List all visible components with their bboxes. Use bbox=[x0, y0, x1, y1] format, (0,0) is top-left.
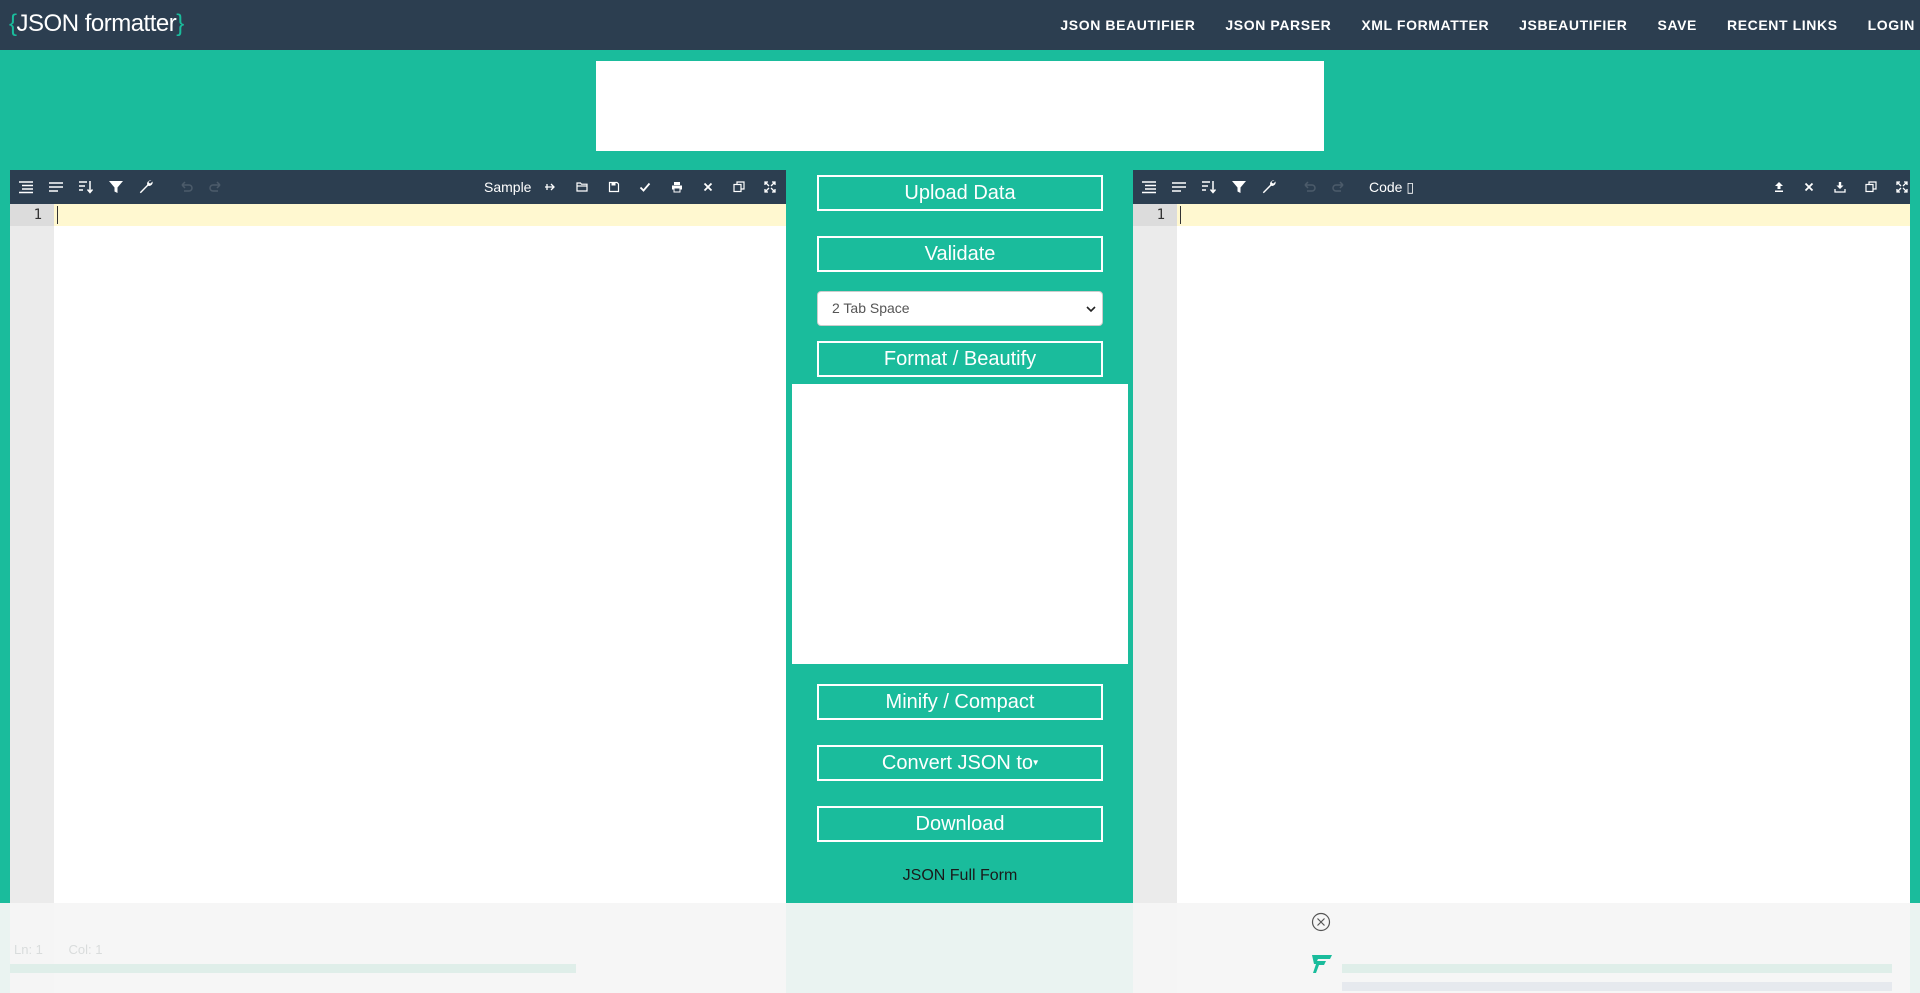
load-url-icon[interactable] bbox=[540, 177, 560, 197]
nav-login[interactable]: LOGIN bbox=[1868, 17, 1915, 33]
minify-label: Minify / Compact bbox=[885, 691, 1035, 713]
text-cursor bbox=[1180, 206, 1181, 224]
indent-select-value: 2 Tab Space bbox=[832, 300, 910, 316]
undo-icon[interactable] bbox=[1299, 177, 1319, 197]
convert-label: Convert JSON to bbox=[881, 752, 1034, 774]
nav-jsbeautifier[interactable]: JSBEAUTIFIER bbox=[1519, 17, 1627, 33]
logo-text: JSON formatter bbox=[16, 10, 177, 37]
clear-icon[interactable] bbox=[698, 177, 718, 197]
ad-box bbox=[792, 384, 1128, 664]
fullscreen-icon[interactable] bbox=[760, 177, 780, 197]
output-editor-panel: Code ▯ 1 bbox=[1133, 170, 1910, 993]
format-icon[interactable] bbox=[1139, 177, 1159, 197]
editor-status-bar: Ln: 1 Col: 1 bbox=[14, 942, 125, 957]
nav-links: JSON BEAUTIFIER JSON PARSER XML FORMATTE… bbox=[1060, 0, 1920, 50]
indent-select[interactable]: 2 Tab Space bbox=[817, 291, 1103, 326]
chevron-down-icon bbox=[1086, 306, 1096, 313]
format-beautify-button[interactable]: Format / Beautify bbox=[817, 341, 1103, 377]
sort-icon[interactable] bbox=[76, 177, 96, 197]
copy-icon[interactable] bbox=[1861, 177, 1881, 197]
site-logo[interactable]: {JSON formatter} bbox=[9, 10, 184, 38]
download-icon[interactable] bbox=[1830, 177, 1850, 197]
nav-xml-formatter[interactable]: XML FORMATTER bbox=[1361, 17, 1489, 33]
ad-strip bbox=[1342, 982, 1892, 991]
copy-icon[interactable] bbox=[729, 177, 749, 197]
status-col: Col: 1 bbox=[68, 942, 103, 957]
input-editor[interactable]: 1 bbox=[10, 204, 786, 993]
print-icon[interactable] bbox=[667, 177, 687, 197]
undo-icon[interactable] bbox=[176, 177, 196, 197]
compact-icon[interactable] bbox=[46, 177, 66, 197]
json-full-form-link[interactable]: JSON Full Form bbox=[817, 867, 1103, 885]
validate-icon[interactable] bbox=[635, 177, 655, 197]
line-gutter: 1 bbox=[1133, 204, 1177, 993]
line-gutter: 1 bbox=[10, 204, 54, 993]
logo-brace-open: { bbox=[9, 10, 17, 37]
redo-icon[interactable] bbox=[1329, 177, 1349, 197]
redo-icon[interactable] bbox=[206, 177, 226, 197]
output-editor[interactable]: 1 bbox=[1133, 204, 1910, 993]
active-line-highlight bbox=[10, 204, 786, 226]
text-cursor bbox=[57, 206, 58, 224]
logo-brace-close: } bbox=[176, 10, 184, 37]
upload-icon[interactable] bbox=[1769, 177, 1789, 197]
repair-icon[interactable] bbox=[136, 177, 156, 197]
filter-icon[interactable] bbox=[106, 177, 126, 197]
nav-recent-links[interactable]: RECENT LINKS bbox=[1727, 17, 1838, 33]
top-nav: {JSON formatter} JSON BEAUTIFIER JSON PA… bbox=[0, 0, 1920, 50]
sample-button[interactable]: Sample bbox=[484, 170, 531, 204]
convert-json-button[interactable]: Convert JSON to▾ bbox=[817, 745, 1103, 781]
caret-down-icon: ▾ bbox=[1033, 757, 1039, 769]
fullscreen-icon[interactable] bbox=[1892, 177, 1912, 197]
line-number: 1 bbox=[1156, 207, 1165, 223]
save-icon[interactable] bbox=[604, 177, 624, 197]
compact-icon[interactable] bbox=[1169, 177, 1189, 197]
freestar-logo-icon bbox=[1312, 955, 1332, 973]
filter-icon[interactable] bbox=[1229, 177, 1249, 197]
repair-icon[interactable] bbox=[1259, 177, 1279, 197]
code-view-toggle[interactable]: Code ▯ bbox=[1369, 170, 1414, 204]
line-number: 1 bbox=[33, 207, 42, 223]
input-editor-toolbar: Sample bbox=[10, 170, 786, 204]
nav-json-beautifier[interactable]: JSON BEAUTIFIER bbox=[1060, 17, 1195, 33]
download-button[interactable]: Download bbox=[817, 806, 1103, 842]
status-line: Ln: 1 bbox=[14, 942, 43, 957]
input-editor-panel: Sample 1 bbox=[10, 170, 786, 993]
horizontal-scrollbar-left[interactable] bbox=[10, 964, 576, 973]
nav-save[interactable]: SAVE bbox=[1658, 17, 1698, 33]
sticky-ad-overlay bbox=[0, 903, 1920, 993]
clear-icon[interactable] bbox=[1799, 177, 1819, 197]
open-file-icon[interactable] bbox=[572, 177, 592, 197]
nav-json-parser[interactable]: JSON PARSER bbox=[1225, 17, 1331, 33]
horizontal-scrollbar-right[interactable] bbox=[1342, 964, 1892, 973]
sort-icon[interactable] bbox=[1199, 177, 1219, 197]
minify-compact-button[interactable]: Minify / Compact bbox=[817, 684, 1103, 720]
output-editor-toolbar: Code ▯ bbox=[1133, 170, 1910, 204]
active-line-highlight bbox=[1133, 204, 1910, 226]
upload-data-button[interactable]: Upload Data bbox=[817, 175, 1103, 211]
validate-button[interactable]: Validate bbox=[817, 236, 1103, 272]
format-icon[interactable] bbox=[16, 177, 36, 197]
close-icon[interactable] bbox=[1311, 912, 1331, 932]
ad-banner bbox=[596, 61, 1324, 151]
